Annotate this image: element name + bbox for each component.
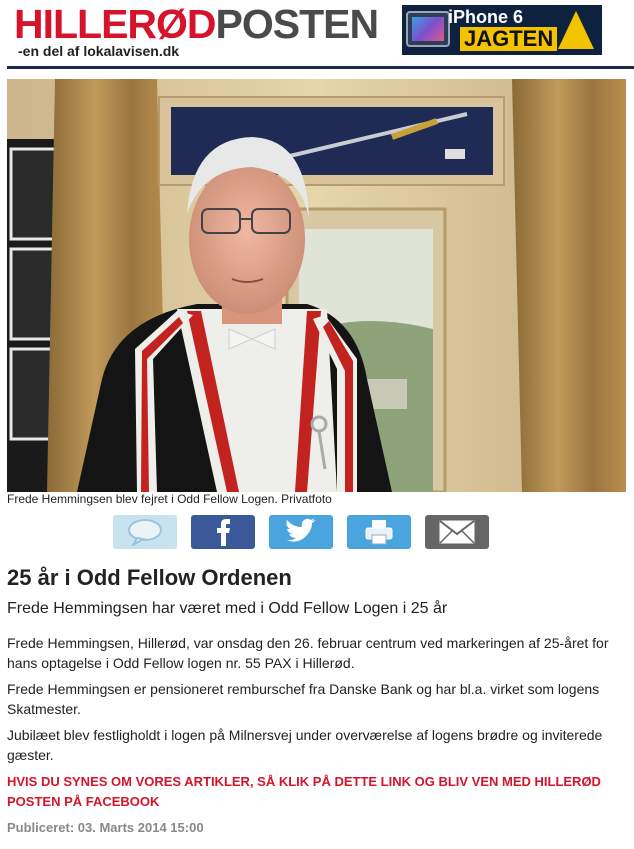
article-headline: 25 år i Odd Fellow Ordenen xyxy=(7,565,292,590)
ad-line2: JAGTEN xyxy=(460,27,558,51)
facebook-icon xyxy=(217,519,230,546)
site-header: HILLERØDPOSTEN -en del af lokalavisen.dk… xyxy=(0,0,634,66)
facebook-cta-link[interactable]: HVIS DU SYNES OM VORES ARTIKLER, SÅ KLIK… xyxy=(7,772,627,812)
article-paragraph: Frede Hemmingsen er pensioneret rembursc… xyxy=(7,681,600,717)
published-date: Publiceret: 03. Marts 2014 15:00 xyxy=(7,820,204,835)
facebook-share-button[interactable] xyxy=(191,515,255,549)
print-button[interactable] xyxy=(347,515,411,549)
print-icon xyxy=(365,520,393,545)
photo-illustration xyxy=(7,79,626,492)
email-icon xyxy=(439,520,475,544)
ad-line1: iPhone 6 xyxy=(448,7,524,27)
email-button[interactable] xyxy=(425,515,489,549)
article-paragraph: Jubilæet blev festligholdt i logen på Mi… xyxy=(7,727,603,763)
phone-icon xyxy=(406,11,450,47)
article-subheadline: Frede Hemmingsen har været med i Odd Fel… xyxy=(7,600,448,617)
article-paragraph: Frede Hemmingsen, Hillerød, var onsdag d… xyxy=(7,635,609,671)
logo-red-part: HILLERØD xyxy=(14,1,217,47)
comment-button[interactable] xyxy=(113,515,177,549)
twitter-share-button[interactable] xyxy=(269,515,333,549)
twitter-icon xyxy=(286,518,316,542)
logo-wordmark: HILLERØDPOSTEN xyxy=(14,1,380,47)
arrow-up-icon xyxy=(558,11,594,49)
ad-banner[interactable]: iPhone 6 JAGTEN xyxy=(402,5,602,55)
header-divider xyxy=(7,66,634,69)
logo-gray-part: POSTEN xyxy=(215,1,380,47)
article-photo xyxy=(7,79,626,492)
site-logo[interactable]: HILLERØDPOSTEN -en del af lokalavisen.dk xyxy=(14,1,380,59)
share-bar xyxy=(113,515,489,549)
comment-icon xyxy=(128,519,162,546)
photo-caption: Frede Hemmingsen blev fejret i Odd Fello… xyxy=(7,492,332,506)
